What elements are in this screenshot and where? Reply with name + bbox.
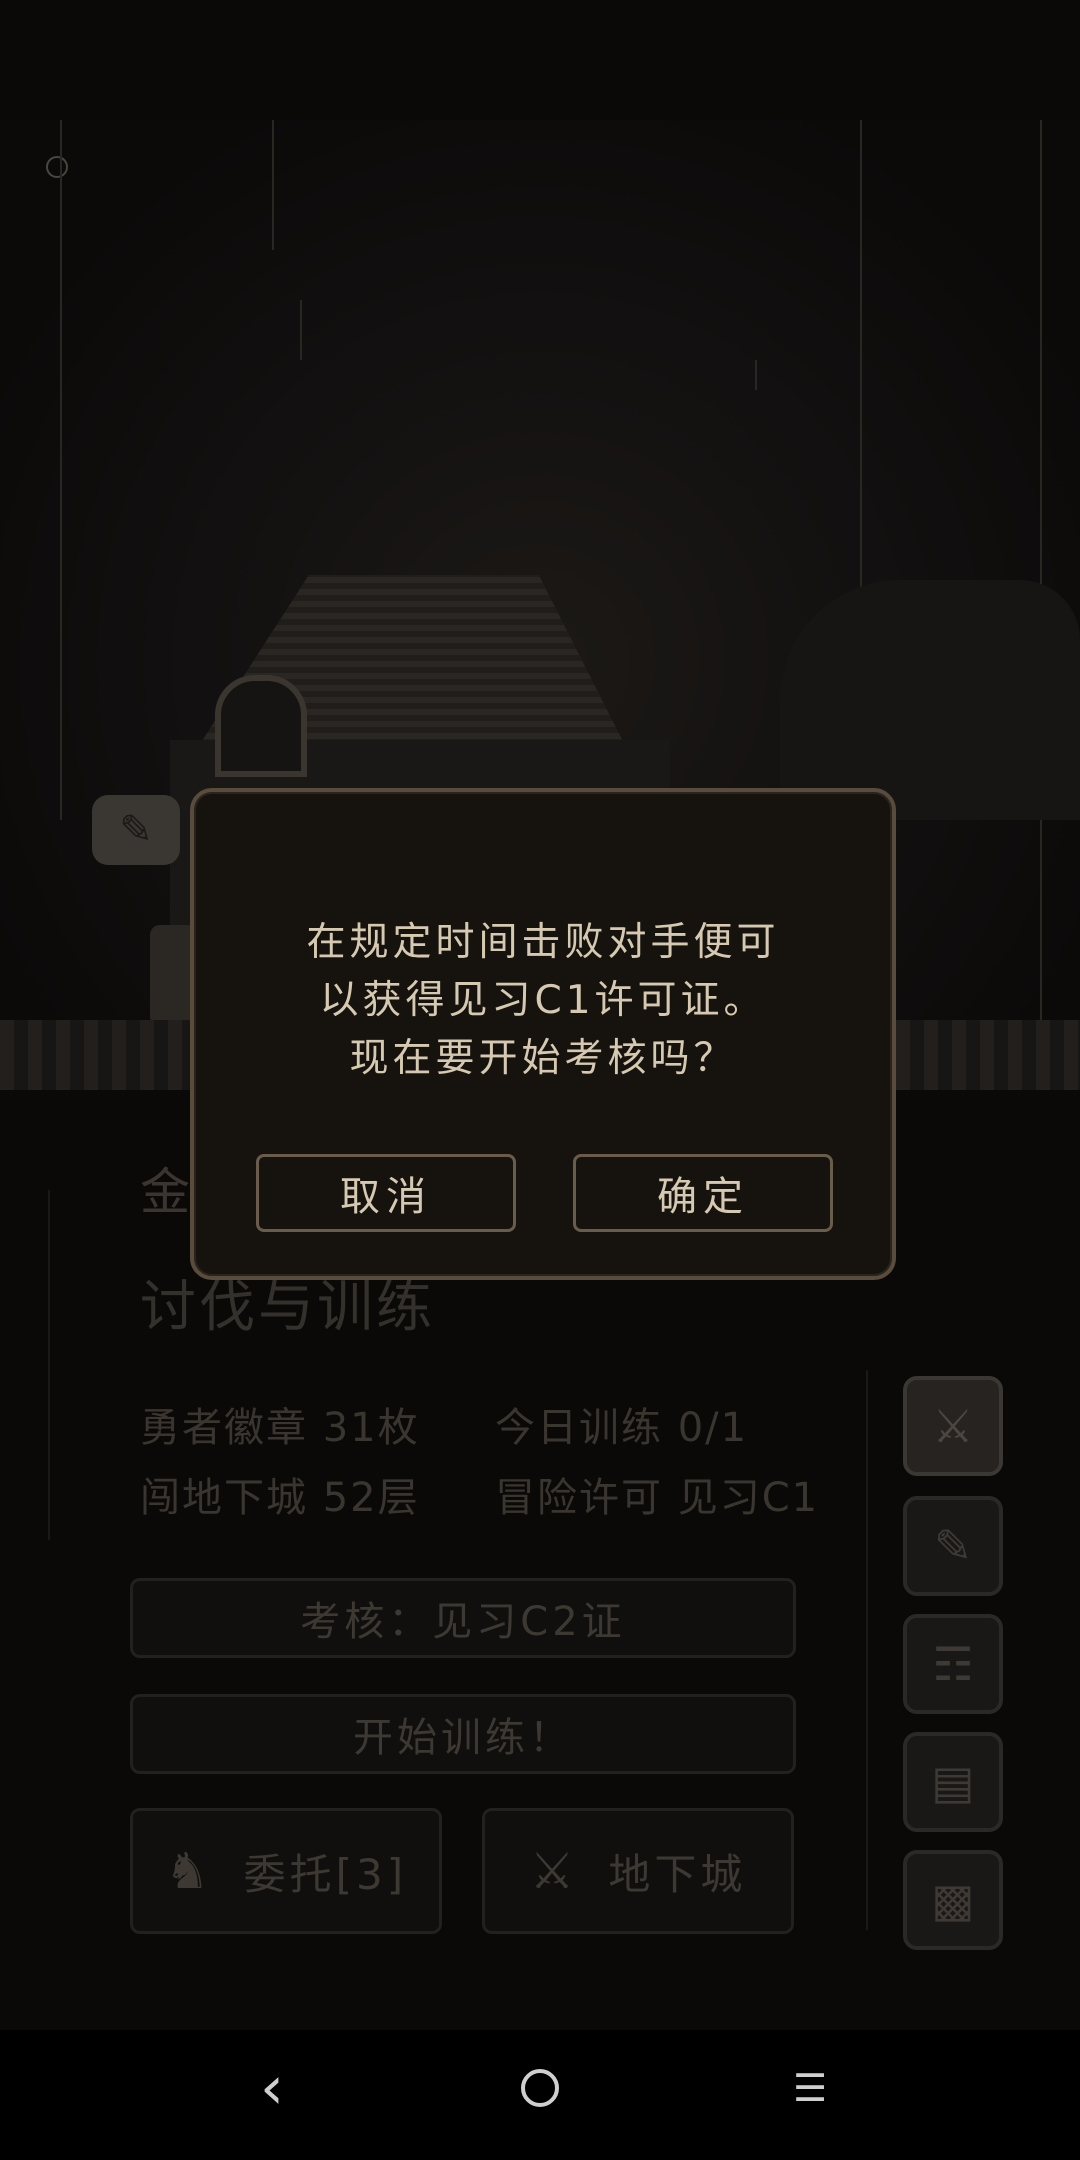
crossed-swords-icon[interactable]: ⚔ (903, 1376, 1003, 1476)
start-training-button[interactable]: 开始训练！ (130, 1694, 796, 1774)
partial-label: 金 (140, 1163, 192, 1221)
tablet-icon[interactable]: ▤ (903, 1732, 1003, 1832)
knight-icon: ♞ (164, 1842, 214, 1900)
rain-streak (48, 1190, 50, 1540)
cancel-button[interactable]: 取消 (256, 1154, 516, 1232)
dungeon-label: 地下城 (608, 1849, 747, 1899)
rain-streak (300, 300, 302, 360)
home-button[interactable] (500, 2058, 580, 2118)
speech-bubble-icon: ✎ (92, 795, 180, 865)
home-circle-icon (521, 2069, 559, 2107)
dialog-message-line: 现在要开始考核吗？ (349, 1036, 737, 1081)
dungeon-button[interactable]: ⚔ 地下城 (482, 1808, 794, 1934)
scroll-icon[interactable]: ☶ (903, 1614, 1003, 1714)
rain-streak (1040, 120, 1042, 1020)
confirm-dialog: 在规定时间击败对手便可 以获得见习C1许可证。 现在要开始考核吗？ 取消 确定 (190, 788, 896, 1280)
computer-icon[interactable]: ▩ (903, 1850, 1003, 1950)
stat-license: 冒险许可 见习C1 (495, 1475, 820, 1521)
stat-dungeon-floor: 闯地下城 52层 (140, 1475, 420, 1521)
rain-streak (60, 120, 62, 820)
back-icon[interactable]: ‹ (232, 2053, 312, 2123)
dialog-message: 在规定时间击败对手便可 以获得见习C1许可证。 现在要开始考核吗？ (194, 914, 892, 1088)
commission-label: 委托[3] (243, 1849, 408, 1899)
rain-streak (272, 120, 274, 250)
stat-badges: 勇者徽章 31枚 (140, 1405, 420, 1451)
quill-paper-icon[interactable]: ✎ (903, 1496, 1003, 1596)
rain-streak (755, 360, 757, 390)
exam-button[interactable]: 考核：见习C2证 (130, 1578, 796, 1658)
stat-today-training: 今日训练 0/1 (495, 1405, 749, 1451)
commission-button[interactable]: ♞ 委托[3] (130, 1808, 442, 1934)
recent-apps-icon[interactable]: ☰ (770, 2058, 850, 2118)
hill (780, 580, 1080, 820)
house-window (215, 675, 307, 777)
map-marker-icon (46, 156, 68, 178)
confirm-button[interactable]: 确定 (573, 1154, 833, 1232)
dialog-message-line: 在规定时间击败对手便可 (306, 920, 780, 965)
rain-streak (866, 1370, 868, 1930)
sword-icon: ⚔ (529, 1842, 579, 1900)
dialog-message-line: 以获得见习C1许可证。 (319, 978, 767, 1023)
